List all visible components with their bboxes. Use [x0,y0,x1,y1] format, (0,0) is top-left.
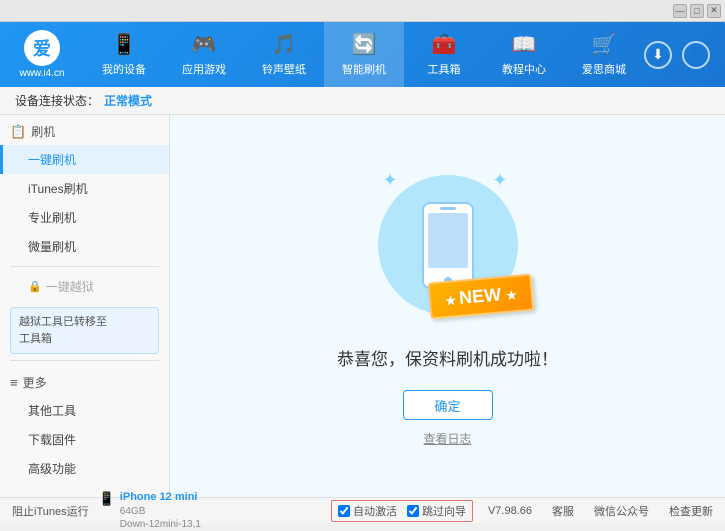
store-icon: 🛒 [592,32,617,57]
status-bar: 设备连接状态： 正常模式 [0,87,725,115]
nav-smart-flash[interactable]: 🔄 智能刷机 [324,22,404,87]
support-link[interactable]: 客服 [552,503,574,519]
version-label: V7.98.66 [488,505,532,517]
ringtones-icon: 🎵 [272,32,297,57]
bottom-status: V7.98.66 客服 微信公众号 检查更新 [488,503,713,519]
maximize-button[interactable]: □ [690,4,704,18]
wechat-link[interactable]: 微信公众号 [594,503,649,519]
flash-section-icon: 📋 [10,124,26,140]
header: 爱 www.i4.cn 📱 我的设备 🎮 应用游戏 🎵 铃声壁纸 🔄 智能刷机 … [0,22,725,87]
jailbreak-note: 越狱工具已转移至工具箱 [10,307,159,354]
sparkle-1-icon: ✦ [383,170,398,191]
back-to-home-link[interactable]: 查看日志 [423,430,471,447]
logo-text-icon: 爱 [33,35,51,61]
success-text: 恭喜您，保资料刷机成功啦！ [337,345,558,370]
sidebar-item-other-tools[interactable]: 其他工具 [0,396,169,425]
auto-launch-label: 自动激活 [353,503,397,519]
nav-bar: 📱 我的设备 🎮 应用游戏 🎵 铃声壁纸 🔄 智能刷机 🧰 工具箱 📖 教程中心… [84,22,644,87]
auto-launch-checkbox[interactable]: 自动激活 [338,503,397,519]
nav-app-games-label: 应用游戏 [182,61,226,77]
nav-app-games[interactable]: 🎮 应用游戏 [164,22,244,87]
my-device-icon: 📱 [112,32,137,57]
skip-wizard-label: 跳过向导 [422,503,466,519]
sidebar-flash-header: 📋 刷机 [0,115,169,145]
title-bar: — □ ✕ [0,0,725,22]
device-name: iPhone 12 mini [120,490,201,504]
phone-illustration: ✦ ✦ NEW [368,165,528,325]
sidebar-more-header: ≡ 更多 [0,366,169,396]
sidebar-divider-1 [10,266,159,267]
status-value: 正常模式 [104,92,152,109]
nav-ringtones-label: 铃声壁纸 [262,61,306,77]
more-section-label: 更多 [23,374,47,391]
pro-flash-label: 专业刷机 [28,211,76,225]
sidebar-item-itunes-flash[interactable]: iTunes刷机 [0,174,169,203]
app-games-icon: 🎮 [192,32,217,57]
tutorials-icon: 📖 [512,32,537,57]
toolbox-icon: 🧰 [432,32,457,57]
skip-wizard-input[interactable] [407,505,419,517]
auto-launch-input[interactable] [338,505,350,517]
sidebar-item-one-key-flash[interactable]: 一键刷机 [0,145,169,174]
nav-smart-flash-label: 智能刷机 [342,61,386,77]
sparkle-2-icon: ✦ [492,170,507,191]
new-badge-text: NEW [458,284,502,308]
one-key-flash-label: 一键刷机 [28,153,76,167]
sidebar-item-pro-flash[interactable]: 专业刷机 [0,203,169,232]
bottom-device: 📱 iPhone 12 mini 64GB Down-12mini-13,1 [99,490,331,530]
lock-icon: 🔒 [28,280,42,293]
nav-tutorials[interactable]: 📖 教程中心 [484,22,564,87]
main-area: 📋 刷机 一键刷机 iTunes刷机 专业刷机 微量刷机 🔒 一键越狱 越狱工具… [0,115,725,497]
logo-url: www.i4.cn [19,68,64,79]
itunes-flash-label: iTunes刷机 [28,182,88,196]
sidebar-divider-2 [10,360,159,361]
device-phone-icon: 📱 [99,491,115,507]
logo-icon: 爱 [24,30,60,66]
download-button[interactable]: ⬇ [644,41,672,69]
bottom-checkboxes: 自动激活 跳过向导 [331,500,473,522]
nav-my-device[interactable]: 📱 我的设备 [84,22,164,87]
itunes-btn[interactable]: 阻止iTunes运行 [12,503,89,519]
confirm-button[interactable]: 确定 [403,390,493,420]
skip-wizard-checkbox[interactable]: 跳过向导 [407,503,466,519]
jailbreak-note-text: 越狱工具已转移至工具箱 [19,316,107,345]
update-link[interactable]: 检查更新 [669,503,713,519]
nav-my-device-label: 我的设备 [102,61,146,77]
nav-toolbox-label: 工具箱 [428,61,461,77]
device-storage: 64GB [120,505,201,518]
nav-toolbox[interactable]: 🧰 工具箱 [404,22,484,87]
sidebar-item-advanced[interactable]: 高级功能 [0,454,169,483]
micro-flash-label: 微量刷机 [28,240,76,254]
more-section-icon: ≡ [10,375,18,390]
nav-store-label: 爱思商城 [582,61,626,77]
status-label: 设备连接状态： [15,92,99,109]
nav-tutorials-label: 教程中心 [502,61,546,77]
device-model: Down-12mini-13,1 [120,518,201,531]
flash-section-label: 刷机 [31,123,55,140]
sidebar-item-download-firmware[interactable]: 下载固件 [0,425,169,454]
smart-flash-icon: 🔄 [352,32,377,57]
device-info: iPhone 12 mini 64GB Down-12mini-13,1 [120,490,201,530]
account-button[interactable]: 👤 [682,41,710,69]
jailbreak-locked-label: 一键越狱 [46,278,94,295]
bottom-bar: 阻止iTunes运行 📱 iPhone 12 mini 64GB Down-12… [0,497,725,523]
advanced-label: 高级功能 [28,462,76,476]
logo-area[interactable]: 爱 www.i4.cn [0,30,84,79]
sidebar: 📋 刷机 一键刷机 iTunes刷机 专业刷机 微量刷机 🔒 一键越狱 越狱工具… [0,115,170,497]
download-firmware-label: 下载固件 [28,433,76,447]
header-right: ⬇ 👤 [644,41,725,69]
sidebar-item-micro-flash[interactable]: 微量刷机 [0,232,169,261]
content-area: ✦ ✦ NEW 恭喜您，保资料刷机成功啦！ 确定 查看日志 [170,115,725,497]
minimize-button[interactable]: — [673,4,687,18]
nav-ringtones[interactable]: 🎵 铃声壁纸 [244,22,324,87]
other-tools-label: 其他工具 [28,404,76,418]
close-button[interactable]: ✕ [707,4,721,18]
sidebar-jailbreak-locked: 🔒 一键越狱 [0,272,169,301]
new-badge: NEW [427,274,534,320]
nav-store[interactable]: 🛒 爱思商城 [564,22,644,87]
